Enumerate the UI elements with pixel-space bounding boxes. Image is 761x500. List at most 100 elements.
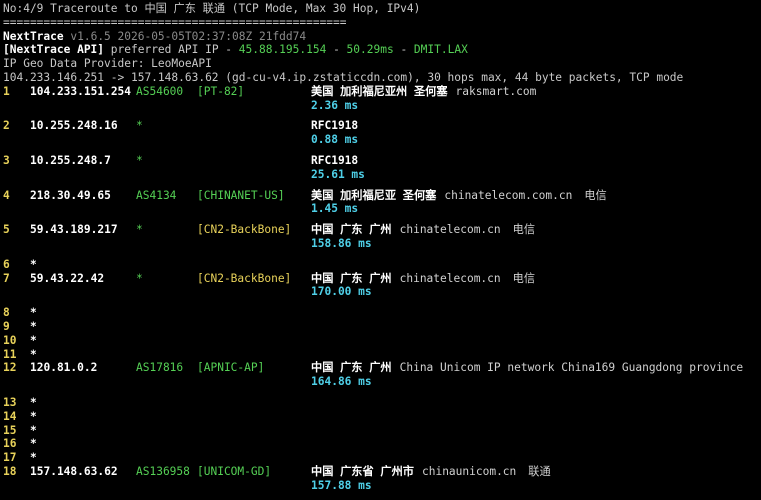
terminal-window[interactable]: No:4/9 Traceroute to 中国 广东 联通 (TCP Mode,… xyxy=(0,0,761,492)
hop-number: 5 xyxy=(3,223,10,237)
hop-geo: 美国 加利福尼亚州 圣何塞 xyxy=(311,84,448,98)
hop-rtt-row: 25.61 ms xyxy=(3,168,761,182)
hop-gap xyxy=(3,251,761,258)
hop-tag: [UNICOM-GD] xyxy=(197,464,272,478)
hop-gap xyxy=(3,112,761,119)
hop-ip: 218.30.49.65 xyxy=(30,188,111,202)
hop-number: 3 xyxy=(3,153,10,167)
hop-number: 6 xyxy=(3,257,10,271)
hop-number: 15 xyxy=(3,423,17,437)
app-version: v1.6.5 2026-05-05T02:37:08Z 21fdd74 xyxy=(70,29,307,43)
hop-number: 1 xyxy=(3,84,10,98)
hop-row: 18 157.148.63.62 AS136958 [UNICOM-GD] 中国 广东省… xyxy=(3,465,761,479)
separator-line: ========================================… xyxy=(3,15,347,29)
hop-asn: * xyxy=(136,119,143,133)
hop-tag: [APNIC-AP] xyxy=(197,361,265,375)
hop-ip: 59.43.189.217 xyxy=(30,223,118,237)
hop-rtt: 164.86 ms xyxy=(311,375,372,389)
hop-number: 2 xyxy=(3,119,10,133)
hop-tag: [CN2-BackBone] xyxy=(197,223,292,237)
hop-number: 7 xyxy=(3,271,10,285)
hop-rtt: 25.61 ms xyxy=(311,167,365,181)
hop-row: 4 218.30.49.65 AS4134 [CHINANET-US] 美国 加利福尼亚… xyxy=(3,189,761,203)
hop-number: 17 xyxy=(3,451,17,465)
api-ip: 45.88.195.154 xyxy=(238,43,327,57)
hop-rtt-row: 170.00 ms xyxy=(3,285,761,299)
api-latency: 50.29ms xyxy=(346,43,394,57)
hop-ip: * xyxy=(30,423,37,437)
hop-ip: 10.255.248.16 xyxy=(30,119,118,133)
hop-asn: * xyxy=(136,153,143,167)
hop-domain: raksmart.com xyxy=(455,84,537,98)
hop-number: 11 xyxy=(3,347,17,361)
hop-domain: chinatelecom.cn xyxy=(399,271,501,285)
hop-rtt: 1.45 ms xyxy=(311,202,359,216)
hop-ip: 157.148.63.62 xyxy=(30,464,118,478)
hop-number: 4 xyxy=(3,188,10,202)
hop-domain: chinatelecom.com.cn xyxy=(444,188,573,202)
hop-rtt-row: 158.86 ms xyxy=(3,237,761,251)
hop-ip: * xyxy=(30,347,37,361)
hop-ip: * xyxy=(30,333,37,347)
hop-ip: * xyxy=(30,319,37,333)
trace-title: No:4/9 Traceroute to 中国 广东 联通 (TCP Mode,… xyxy=(3,2,421,15)
hop-rtt: 0.88 ms xyxy=(311,133,359,147)
hop-row: 14 * xyxy=(3,410,761,424)
hop-gap xyxy=(3,493,761,500)
hop-asn: AS17816 xyxy=(136,361,184,375)
hop-number: 9 xyxy=(3,319,10,333)
hop-row: 7 59.43.22.42 * [CN2-BackBone] 中国 广东 广州 china… xyxy=(3,272,761,286)
hop-ip: * xyxy=(30,437,37,451)
hop-row: 16 * xyxy=(3,437,761,451)
hop-asn: AS4134 xyxy=(136,188,177,202)
api-dash: - xyxy=(326,43,347,57)
hop-isp: 电信 xyxy=(584,188,607,202)
hop-ip: 59.43.22.42 xyxy=(30,271,105,285)
hop-row: 3 10.255.248.7 * RFC1918 xyxy=(3,154,761,168)
hop-ip: * xyxy=(30,409,37,423)
hop-ip: * xyxy=(30,257,37,271)
api-line: [NextTrace API] preferred API IP - 45.88… xyxy=(3,43,761,57)
hop-geo: 中国 广东 广州 xyxy=(311,361,392,375)
hop-row: 8 * xyxy=(3,306,761,320)
hop-rtt: 158.86 ms xyxy=(311,236,372,250)
hop-asn: * xyxy=(136,223,143,237)
hop-isp: 联通 xyxy=(528,464,551,478)
hop-domain: chinaunicom.cn xyxy=(421,464,517,478)
hop-tag: [PT-82] xyxy=(197,84,245,98)
hop-rtt-row: 1.45 ms xyxy=(3,202,761,216)
hop-row: 5 59.43.189.217 * [CN2-BackBone] 中国 广东 广州 chi… xyxy=(3,223,761,237)
hop-geo: 中国 广东 广州 xyxy=(311,223,392,237)
hop-tag: [CHINANET-US] xyxy=(197,188,285,202)
hop-number: 18 xyxy=(3,464,17,478)
api-label: [NextTrace API] xyxy=(3,43,105,57)
hop-geo: 中国 广东省 广州市 xyxy=(311,464,414,478)
hop-ip: 10.255.248.7 xyxy=(30,153,111,167)
hop-ip: 104.233.151.254 xyxy=(30,84,132,98)
hop-rtt: 2.36 ms xyxy=(311,98,359,112)
app-name: NextTrace xyxy=(3,29,64,43)
hop-number: 10 xyxy=(3,333,17,347)
hop-tag: [CN2-BackBone] xyxy=(197,271,292,285)
hop-rtt-row: 2.36 ms xyxy=(3,99,761,113)
api-dash: - xyxy=(393,43,414,57)
hop-row: 12 120.81.0.2 AS17816 [APNIC-AP] 中国 广东 广州 Chi… xyxy=(3,361,761,375)
hop-number: 8 xyxy=(3,306,10,320)
hop-row: 9 * xyxy=(3,320,761,334)
hop-rtt: 170.00 ms xyxy=(311,285,372,299)
hop-isp: 电信 xyxy=(512,271,536,285)
hop-geo: RFC1918 xyxy=(311,119,359,133)
hop-list: 1 104.233.151.254 AS54600 [PT-82] 美国 加利福尼亚州 … xyxy=(3,85,761,500)
hop-geo: RFC1918 xyxy=(311,153,359,167)
hop-row: 1 104.233.151.254 AS54600 [PT-82] 美国 加利福尼亚州 … xyxy=(3,85,761,99)
hop-isp: 电信 xyxy=(512,223,536,237)
hop-asn: AS54600 xyxy=(136,84,184,98)
geo-provider-line: IP Geo Data Provider: LeoMoeAPI xyxy=(3,57,212,71)
hop-domain: China Unicom IP network China169 Guangdo… xyxy=(399,361,744,375)
hop-ip: 120.81.0.2 xyxy=(30,361,98,375)
hop-gap xyxy=(3,299,761,306)
hop-row: 15 * xyxy=(3,424,761,438)
hop-ip: * xyxy=(30,395,37,409)
hop-domain: chinatelecom.cn xyxy=(399,223,501,237)
hop-rtt-row: 157.88 ms xyxy=(3,479,761,493)
